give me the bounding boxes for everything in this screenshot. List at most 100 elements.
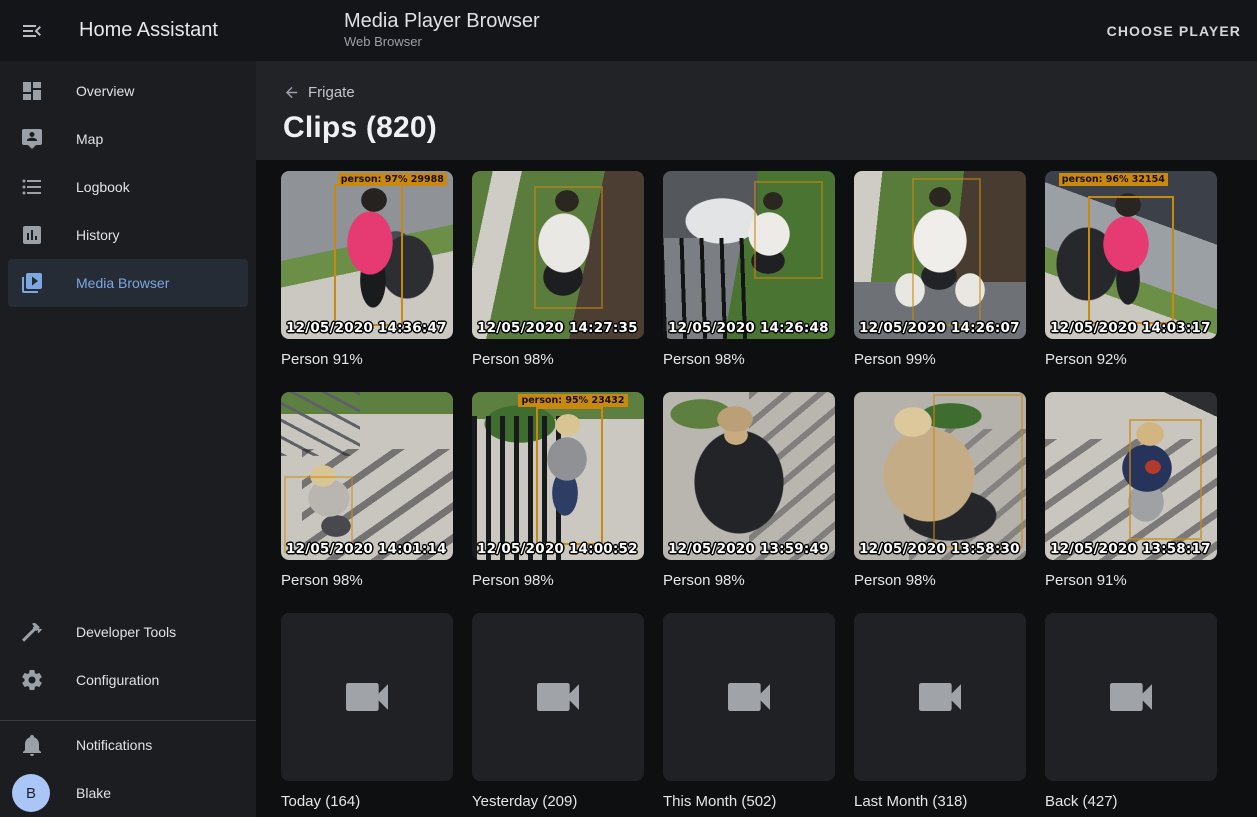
app-title: Home Assistant: [79, 19, 218, 42]
sidebar-item-media-browser[interactable]: Media Browser: [8, 259, 248, 307]
clip-item[interactable]: person: 95% 23432 12/05/2020 14:00:52 Pe…: [472, 392, 644, 590]
breadcrumb-label: Frigate: [308, 84, 355, 101]
video-camera-icon: [1103, 669, 1159, 725]
clip-caption: Person 98%: [663, 572, 835, 590]
folder-caption: Yesterday (209): [472, 793, 644, 811]
clip-thumbnail[interactable]: 12/05/2020 13:59:49: [663, 392, 835, 560]
clip-caption: Person 91%: [281, 351, 453, 369]
clip-caption: Person 91%: [1045, 572, 1217, 590]
menu-open-button[interactable]: [20, 19, 44, 43]
avatar: B: [12, 774, 50, 812]
clip-timestamp: 12/05/2020 14:01:14: [286, 541, 447, 557]
tooltip-account-icon: [20, 127, 44, 151]
sidebar-item-label: History: [76, 227, 120, 243]
folder-caption: This Month (502): [663, 793, 835, 811]
top-app-bar: Home Assistant Media Player Browser Web …: [0, 0, 1257, 61]
folder-item[interactable]: Today (164): [281, 613, 453, 811]
clip-item[interactable]: 12/05/2020 13:58:30 Person 98%: [854, 392, 1026, 590]
sidebar-item-developer-tools[interactable]: Developer Tools: [0, 608, 256, 656]
clip-item[interactable]: 12/05/2020 13:58:17 Person 91%: [1045, 392, 1217, 590]
sidebar-item-label: Configuration: [76, 672, 159, 688]
panel-title-block: Media Player Browser Web Browser: [344, 9, 540, 51]
clip-thumbnail[interactable]: 12/05/2020 14:26:48: [663, 171, 835, 339]
clip-thumbnail[interactable]: person: 97% 29988 12/05/2020 14:36:47: [281, 171, 453, 339]
sidebar-item-label: Notifications: [76, 737, 152, 753]
folder-thumbnail[interactable]: [1045, 613, 1217, 781]
clip-item[interactable]: 12/05/2020 14:27:35 Person 98%: [472, 171, 644, 369]
detection-box: [933, 394, 1022, 549]
content-header: Frigate Clips (820): [256, 61, 1257, 160]
clip-timestamp: 12/05/2020 14:26:07: [859, 320, 1020, 336]
folder-thumbnail[interactable]: [281, 613, 453, 781]
folder-thumbnail[interactable]: [854, 613, 1026, 781]
gear-icon: [20, 668, 44, 692]
folder-caption: Today (164): [281, 793, 453, 811]
clip-thumbnail[interactable]: person: 96% 32154 12/05/2020 14:03:17: [1045, 171, 1217, 339]
format-list-bulleted-icon: [20, 175, 44, 199]
folder-item[interactable]: Yesterday (209): [472, 613, 644, 811]
choose-player-button[interactable]: CHOOSE PLAYER: [1107, 23, 1241, 39]
clip-timestamp: 12/05/2020 13:58:17: [1050, 541, 1211, 557]
bell-icon: [20, 733, 44, 757]
detection-box: [1129, 419, 1201, 540]
clip-thumbnail[interactable]: 12/05/2020 13:58:30: [854, 392, 1026, 560]
clip-caption: Person 98%: [472, 351, 644, 369]
detection-box: [534, 186, 603, 309]
clip-item[interactable]: 12/05/2020 14:26:07 Person 99%: [854, 171, 1026, 369]
clip-caption: Person 99%: [854, 351, 1026, 369]
clip-timestamp: 12/05/2020 14:36:47: [286, 320, 447, 336]
clip-item[interactable]: person: 96% 32154 12/05/2020 14:03:17 Pe…: [1045, 171, 1217, 369]
clip-thumbnail[interactable]: 12/05/2020 14:27:35: [472, 171, 644, 339]
clip-timestamp: 12/05/2020 14:27:35: [477, 320, 638, 336]
sidebar-item-configuration[interactable]: Configuration: [0, 656, 256, 704]
view-dashboard-icon: [20, 79, 44, 103]
clip-item[interactable]: 12/05/2020 13:59:49 Person 98%: [663, 392, 835, 590]
clip-caption: Person 98%: [281, 572, 453, 590]
clip-thumbnail[interactable]: 12/05/2020 13:58:17: [1045, 392, 1217, 560]
folder-item[interactable]: Back (427): [1045, 613, 1217, 811]
sidebar-item-history[interactable]: History: [0, 211, 256, 259]
sidebar-item-label: Developer Tools: [76, 624, 176, 640]
sidebar-user[interactable]: B Blake: [0, 769, 256, 817]
clip-timestamp: 12/05/2020 14:03:17: [1050, 320, 1211, 336]
sidebar-item-label: Map: [76, 131, 103, 147]
breadcrumb-back-frigate[interactable]: Frigate: [283, 84, 355, 101]
video-camera-icon: [721, 669, 777, 725]
arrow-left-icon: [283, 84, 300, 101]
folder-thumbnail[interactable]: [472, 613, 644, 781]
sidebar-item-label: Overview: [76, 83, 134, 99]
clip-thumbnail[interactable]: 12/05/2020 14:26:07: [854, 171, 1026, 339]
clip-timestamp: 12/05/2020 13:58:30: [859, 541, 1020, 557]
menu-open-icon: [20, 19, 44, 43]
home-assistant-app: Home Assistant Media Player Browser Web …: [0, 0, 1257, 817]
clip-timestamp: 12/05/2020 14:26:48: [668, 320, 829, 336]
sidebar-item-label: Logbook: [76, 179, 130, 195]
video-camera-icon: [912, 669, 968, 725]
play-box-multiple-icon: [20, 271, 44, 295]
sidebar-item-label: Media Browser: [76, 275, 169, 291]
clip-caption: Person 98%: [854, 572, 1026, 590]
hammer-icon: [20, 620, 44, 644]
detection-label: person: 95% 23432: [518, 394, 627, 407]
folder-item[interactable]: Last Month (318): [854, 613, 1026, 811]
media-browser-content: Frigate Clips (820) person: 97% 29988 12…: [256, 61, 1257, 817]
chart-box-icon: [20, 223, 44, 247]
folder-item[interactable]: This Month (502): [663, 613, 835, 811]
clip-thumbnail[interactable]: person: 95% 23432 12/05/2020 14:00:52: [472, 392, 644, 560]
sidebar-item-notifications[interactable]: Notifications: [0, 721, 256, 769]
sidebar-spacer: [0, 307, 256, 608]
folder-thumbnail[interactable]: [663, 613, 835, 781]
detection-box: [754, 181, 823, 278]
clip-item[interactable]: 12/05/2020 14:26:48 Person 98%: [663, 171, 835, 369]
detection-box: [1088, 196, 1174, 324]
folder-caption: Back (427): [1045, 793, 1217, 811]
clip-item[interactable]: person: 97% 29988 12/05/2020 14:36:47 Pe…: [281, 171, 453, 369]
sidebar-item-logbook[interactable]: Logbook: [0, 163, 256, 211]
sidebar-item-overview[interactable]: Overview: [0, 67, 256, 115]
clip-item[interactable]: 12/05/2020 14:01:14 Person 98%: [281, 392, 453, 590]
sidebar-item-map[interactable]: Map: [0, 115, 256, 163]
clip-thumbnail[interactable]: 12/05/2020 14:01:14: [281, 392, 453, 560]
clip-caption: Person 98%: [663, 351, 835, 369]
video-camera-icon: [530, 669, 586, 725]
clip-timestamp: 12/05/2020 13:59:49: [668, 541, 829, 557]
